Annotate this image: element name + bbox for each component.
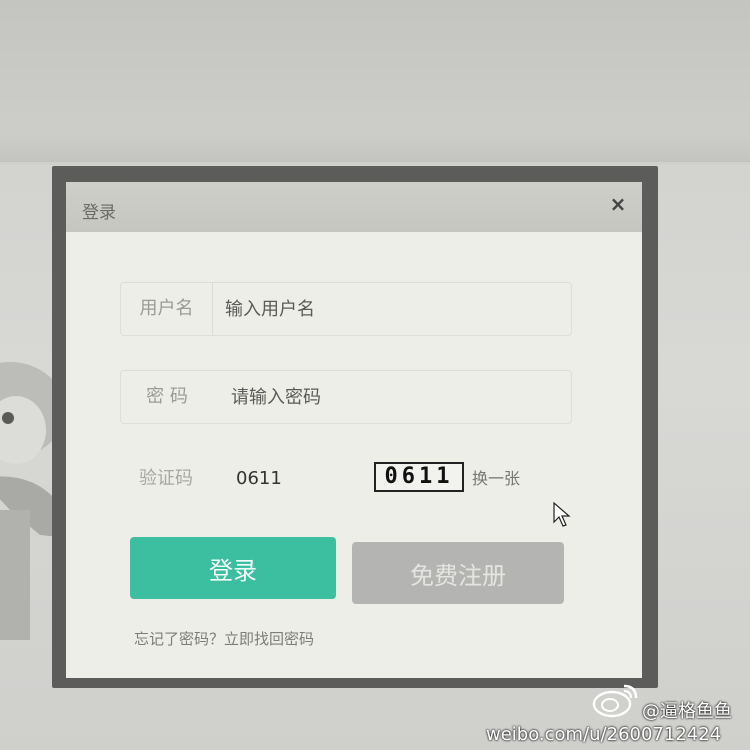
password-label: 密 码 — [146, 386, 188, 407]
forgot-password-link[interactable]: 忘记了密码？立即找回密码 — [134, 628, 314, 649]
username-label: 用户名 — [121, 283, 213, 335]
login-dialog: 登录 × 用户名 密 码 验证码 0611 0611 换一张 登录 免费注册 忘… — [66, 182, 642, 678]
close-icon[interactable]: × — [606, 192, 630, 216]
watermark-user: @逼格鱼鱼 — [642, 701, 732, 722]
dialog-title: 登录 — [82, 203, 116, 223]
weibo-logo-icon — [592, 684, 638, 718]
password-field[interactable]: 密 码 — [120, 370, 572, 424]
captcha-refresh-link[interactable]: 换一张 — [472, 464, 520, 494]
username-input[interactable] — [225, 283, 555, 335]
username-field[interactable]: 用户名 — [120, 282, 572, 336]
login-button[interactable]: 登录 — [130, 537, 336, 599]
mouse-pointer-icon — [553, 502, 571, 527]
password-input[interactable] — [231, 371, 561, 423]
dialog-titlebar: 登录 × — [66, 182, 642, 232]
captcha-input[interactable]: 0611 — [236, 454, 282, 504]
screen-divider — [0, 132, 750, 162]
captcha-row: 验证码 0611 0611 换一张 — [120, 454, 572, 504]
watermark-url: weibo.com/u/2600712424 — [486, 724, 722, 745]
captcha-image[interactable]: 0611 — [374, 462, 464, 492]
captcha-label: 验证码 — [139, 468, 193, 489]
register-button[interactable]: 免费注册 — [352, 542, 564, 604]
